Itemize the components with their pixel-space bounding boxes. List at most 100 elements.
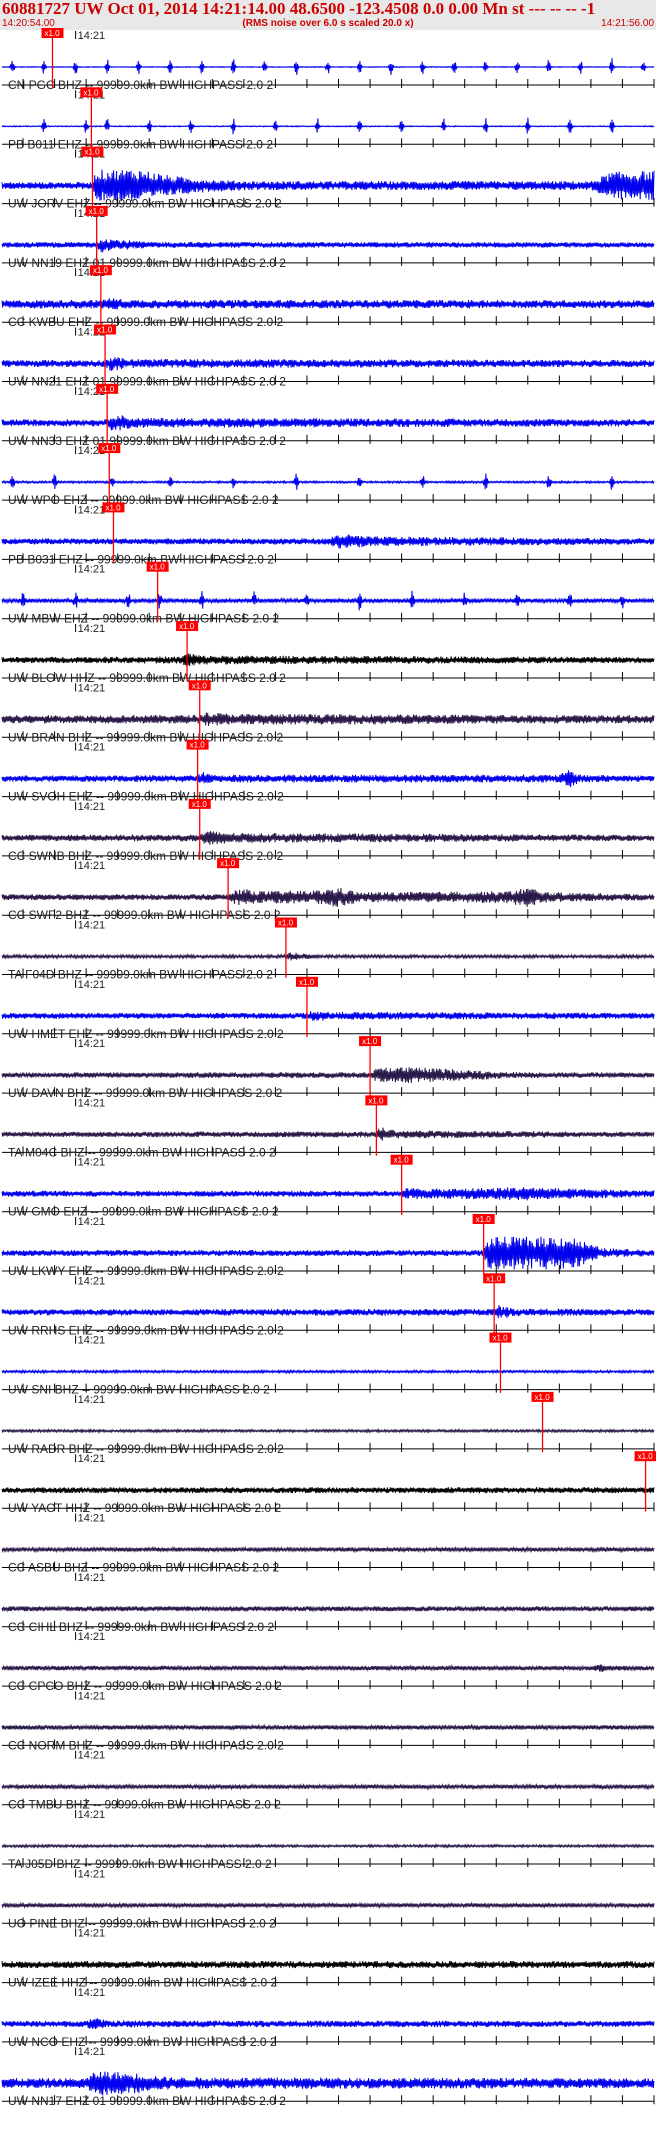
station-label: UW SVOH EHZ -- 99999.0km BW HIGHPASS 2.0… — [8, 790, 284, 804]
pick-flag-text: x1.0 — [192, 681, 208, 690]
channel-19: 14:21 UW GMO EHZ -- 99999.0km BW HIGHPASS… — [1, 1154, 655, 1219]
pick-flag: x1.0 — [89, 265, 112, 276]
trace-line — [1, 887, 655, 908]
station-label: PB B011 EHZ -- 99999.0km BW HIGHPASS 2.0… — [8, 137, 273, 151]
trace-line — [1, 298, 655, 310]
channel-30: 14:21 TA J05D BHZ -- 99999.0km BW HIGHPAS… — [1, 1809, 655, 1871]
pick-flag: x1.0 — [81, 146, 104, 157]
station-label: UW MBW EHZ -- 99999.0km BW HIGHPASS 2.0 … — [8, 612, 279, 626]
pick-flag-text: x1.0 — [44, 29, 60, 38]
trace-line — [1, 58, 655, 76]
channel-20: 14:21 UW LKWY EHZ -- 99999.0km BW HIGHPAS… — [1, 1214, 655, 1278]
station-label: UW GMO EHZ -- 99999.0km BW HIGHPASS 2.0 … — [8, 1205, 279, 1219]
pick-flag: x1.0 — [472, 1214, 495, 1224]
pick-flag: x1.0 — [146, 561, 169, 572]
minute-label: 14:21 — [78, 1928, 106, 1940]
channel-34: 14:21 UW NN17 EHZ 01 99999.0km BW HIGHPAS… — [1, 2046, 655, 2108]
trace-line — [1, 1723, 655, 1732]
trace-line — [1, 473, 655, 490]
pick-flag: x1.0 — [390, 1154, 413, 1165]
pick-flag: x1.0 — [359, 1036, 382, 1047]
channel-15: 14:21 TA F04D BHZ -- 99999.0km BW HIGHPAS… — [1, 917, 655, 982]
station-label: CC CPCO BHZ -- 99999.0km BW HIGHPASS 2.0… — [8, 1679, 282, 1693]
trace-line — [1, 534, 655, 549]
pick-flag-text: x1.0 — [179, 622, 195, 631]
pick-flag: x1.0 — [531, 1391, 554, 1402]
trace-line — [1, 1486, 655, 1494]
channel-31: 14:21 UO PINE BHZ -- 99999.0km BW HIGHPAS… — [1, 1868, 655, 1930]
station-label: UW DAVN BHZ -- 99999.0km BW HIGHPASS 2.0… — [8, 1086, 283, 1100]
station-label: PB B031 EHZ -- 99999.0km BW HIGHPASS 2.0… — [8, 552, 274, 566]
channel-9: 14:21 UW MBW EHZ -- 99999.0km BW HIGHPASS… — [1, 561, 655, 626]
pick-flag: x1.0 — [365, 1095, 388, 1106]
minute-label: 14:21 — [78, 1750, 106, 1762]
pick-flag-text: x1.0 — [362, 1037, 378, 1046]
trace-line — [1, 1664, 655, 1673]
minute-label: 14:21 — [78, 1038, 106, 1050]
channel-5: 14:21UW NN21 EHZ 01 99999.0km BW HIGHPAS… — [1, 324, 655, 389]
channel-24: 14:21 UW YACT HHZ -- 99999.0km BW HIGHPAS… — [1, 1451, 656, 1515]
minute-label: 14:21 — [78, 504, 106, 516]
channel-16: 14:21 UW HMET EHZ -- 99999.0km BW HIGHPAS… — [1, 976, 655, 1041]
pick-flag-text: x1.0 — [476, 1215, 492, 1224]
pick-flag: x1.0 — [98, 443, 121, 454]
station-label: UW JORV EHZ -- 99999.0km BW HIGHPASS 2.0… — [8, 197, 282, 211]
minute-label: 14:21 — [78, 564, 106, 576]
pick-flag: x1.0 — [80, 87, 103, 98]
trace-line — [1, 1545, 655, 1554]
minute-label: 14:21 — [78, 1513, 106, 1525]
station-label: UW BLOW HHZ -- 99999.0km BW HIGHPASS 2.0… — [8, 671, 286, 685]
trace-line — [1, 1011, 655, 1021]
pick-flag: x1.0 — [94, 324, 117, 335]
channel-33: 14:21 UW NCO EHZ -- 99999.0km BW HIGHPASS… — [1, 1987, 655, 2049]
station-label: TA F04D BHZ -- 99999.0km BW HIGHPASS 2.0… — [8, 968, 273, 982]
station-label: CC SWF2 BHZ -- 99999.0km BW HIGHPASS 2.0… — [8, 908, 281, 922]
minute-label: 14:21 — [78, 979, 106, 991]
pick-flag-text: x1.0 — [368, 1096, 384, 1105]
station-label: CC TMBU BHZ -- 99999.0km BW HIGHPASS 2.0… — [8, 1798, 281, 1812]
pick-flag-text: x1.0 — [535, 1393, 551, 1402]
channel-12: 14:21 UW SVOH EHZ -- 99999.0km BW HIGHPAS… — [1, 739, 655, 804]
minute-label: 14:21 — [78, 1453, 106, 1465]
minute-label: 14:21 — [78, 623, 106, 635]
minute-label: 14:21 — [78, 682, 106, 694]
minute-label: 14:21 — [78, 30, 106, 42]
station-label: UO PINE BHZ -- 99999.0km BW HIGHPASS 2.0… — [8, 1916, 276, 1930]
station-label: UW NN19 EHZ 01 99999.0km BW HIGHPASS 2.0… — [8, 256, 286, 270]
minute-label: 14:21 — [78, 1631, 106, 1643]
trace-line — [1, 1427, 655, 1434]
minute-label: 14:21 — [78, 1216, 106, 1228]
station-label: CC CIHL BHZ -- 99999.0km BW HIGHPASS 2.0… — [8, 1620, 274, 1634]
trace-line — [1, 1843, 655, 1849]
minute-label: 14:21 — [78, 1809, 106, 1821]
trace-line — [1, 770, 655, 788]
pick-flag-text: x1.0 — [89, 207, 105, 216]
pick-flag-text: x1.0 — [220, 859, 236, 868]
channel-3: 14:21UW NN19 EHZ 01 99999.0km BW HIGHPAS… — [1, 205, 655, 270]
trace-line — [1, 1605, 655, 1613]
trace-line — [1, 1305, 655, 1319]
station-label: UW IZEE HHZ -- 99999.0km BW HIGHPASS 2.0… — [8, 1976, 278, 1990]
trace-line — [1, 2018, 655, 2030]
channel-18: 14:21 TA M04C BHZ -- 99999.0km BW HIGHPAS… — [1, 1095, 655, 1159]
pick-flag: x1.0 — [41, 28, 64, 38]
station-label: UW HMET EHZ -- 99999.0km BW HIGHPASS 2.0… — [8, 1027, 284, 1041]
minute-label: 14:21 — [78, 860, 106, 872]
trace-line — [1, 117, 655, 135]
station-label: UW RADR BHZ -- 99999.0km BW HIGHPASS 2.0… — [8, 1442, 284, 1456]
trace-line — [1, 830, 655, 845]
station-label: UW RRHS EHZ -- 99999.0km BW HIGHPASS 2.0… — [8, 1323, 284, 1337]
pick-flag-text: x1.0 — [83, 88, 99, 97]
station-label: UW SNI BHZ -- 99999.0km BW HIGHPASS 2.0 … — [8, 1383, 270, 1397]
trace-line — [1, 2071, 655, 2096]
station-label: TA M04C BHZ -- 99999.0km BW HIGHPASS 2.0… — [8, 1145, 276, 1159]
pick-flag-text: x1.0 — [97, 326, 113, 335]
minute-label: 14:21 — [78, 1987, 106, 1999]
channel-8: 14:21 PB B031 EHZ -- 99999.0km BW HIGHPAS… — [1, 502, 655, 566]
trace-line — [1, 415, 655, 431]
minute-label: 14:21 — [78, 1335, 106, 1347]
station-label: UW NN33 EHZ 01 99999.0km BW HIGHPASS 2.0… — [8, 434, 286, 448]
station-label: UW LKWY EHZ -- 99999.0km BW HIGHPASS 2.0… — [8, 1264, 284, 1278]
channel-26: 14:21 CC CIHL BHZ -- 99999.0km BW HIGHPAS… — [1, 1572, 655, 1634]
pick-flag: x1.0 — [102, 502, 125, 513]
